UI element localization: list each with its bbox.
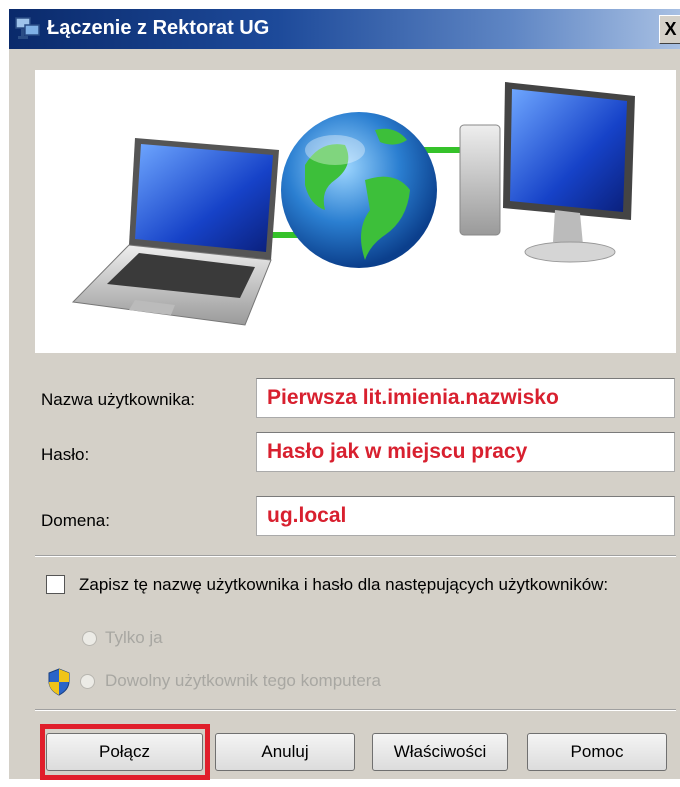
username-value: Pierwsza lit.imienia.nazwisko [267,386,559,409]
cancel-button[interactable]: Anuluj [215,733,355,771]
save-credentials-label: Zapisz tę nazwę użytkownika i hasło dla … [79,575,609,594]
separator [35,555,676,557]
desktop-computer-icon [459,82,635,263]
radio-only-me-label: Tylko ja [105,628,163,647]
laptop-icon [71,138,279,326]
radio-any-user[interactable] [80,674,95,689]
connection-illustration [35,70,676,353]
highlight-box [40,724,210,780]
properties-button[interactable]: Właściwości [372,733,508,771]
password-field[interactable]: Hasło jak w miejscu pracy [256,432,675,472]
domain-label: Domena: [41,511,110,530]
domain-value: ug.local [267,504,347,527]
domain-field[interactable]: ug.local [256,496,675,536]
globe-icon [281,112,437,268]
save-credentials-checkbox[interactable] [46,575,65,594]
username-label: Nazwa użytkownika: [41,390,196,409]
vpn-connect-dialog: Łączenie z Rektorat UG X Nazwa użytkowni… [9,9,680,780]
window-title: Łączenie z Rektorat UG [47,17,270,39]
radio-any-user-label: Dowolny użytkownik tego komputera [105,671,381,690]
password-label: Hasło: [41,445,90,464]
title-bar[interactable]: Łączenie z Rektorat UG X [9,9,680,49]
network-connection-icon [15,17,40,39]
close-button[interactable]: X [659,15,680,44]
password-value: Hasło jak w miejscu pracy [267,440,528,463]
help-button[interactable]: Pomoc [527,733,667,771]
uac-shield-icon [48,668,70,696]
username-field[interactable]: Pierwsza lit.imienia.nazwisko [256,378,675,418]
separator [35,709,676,711]
radio-only-me[interactable] [82,631,97,646]
